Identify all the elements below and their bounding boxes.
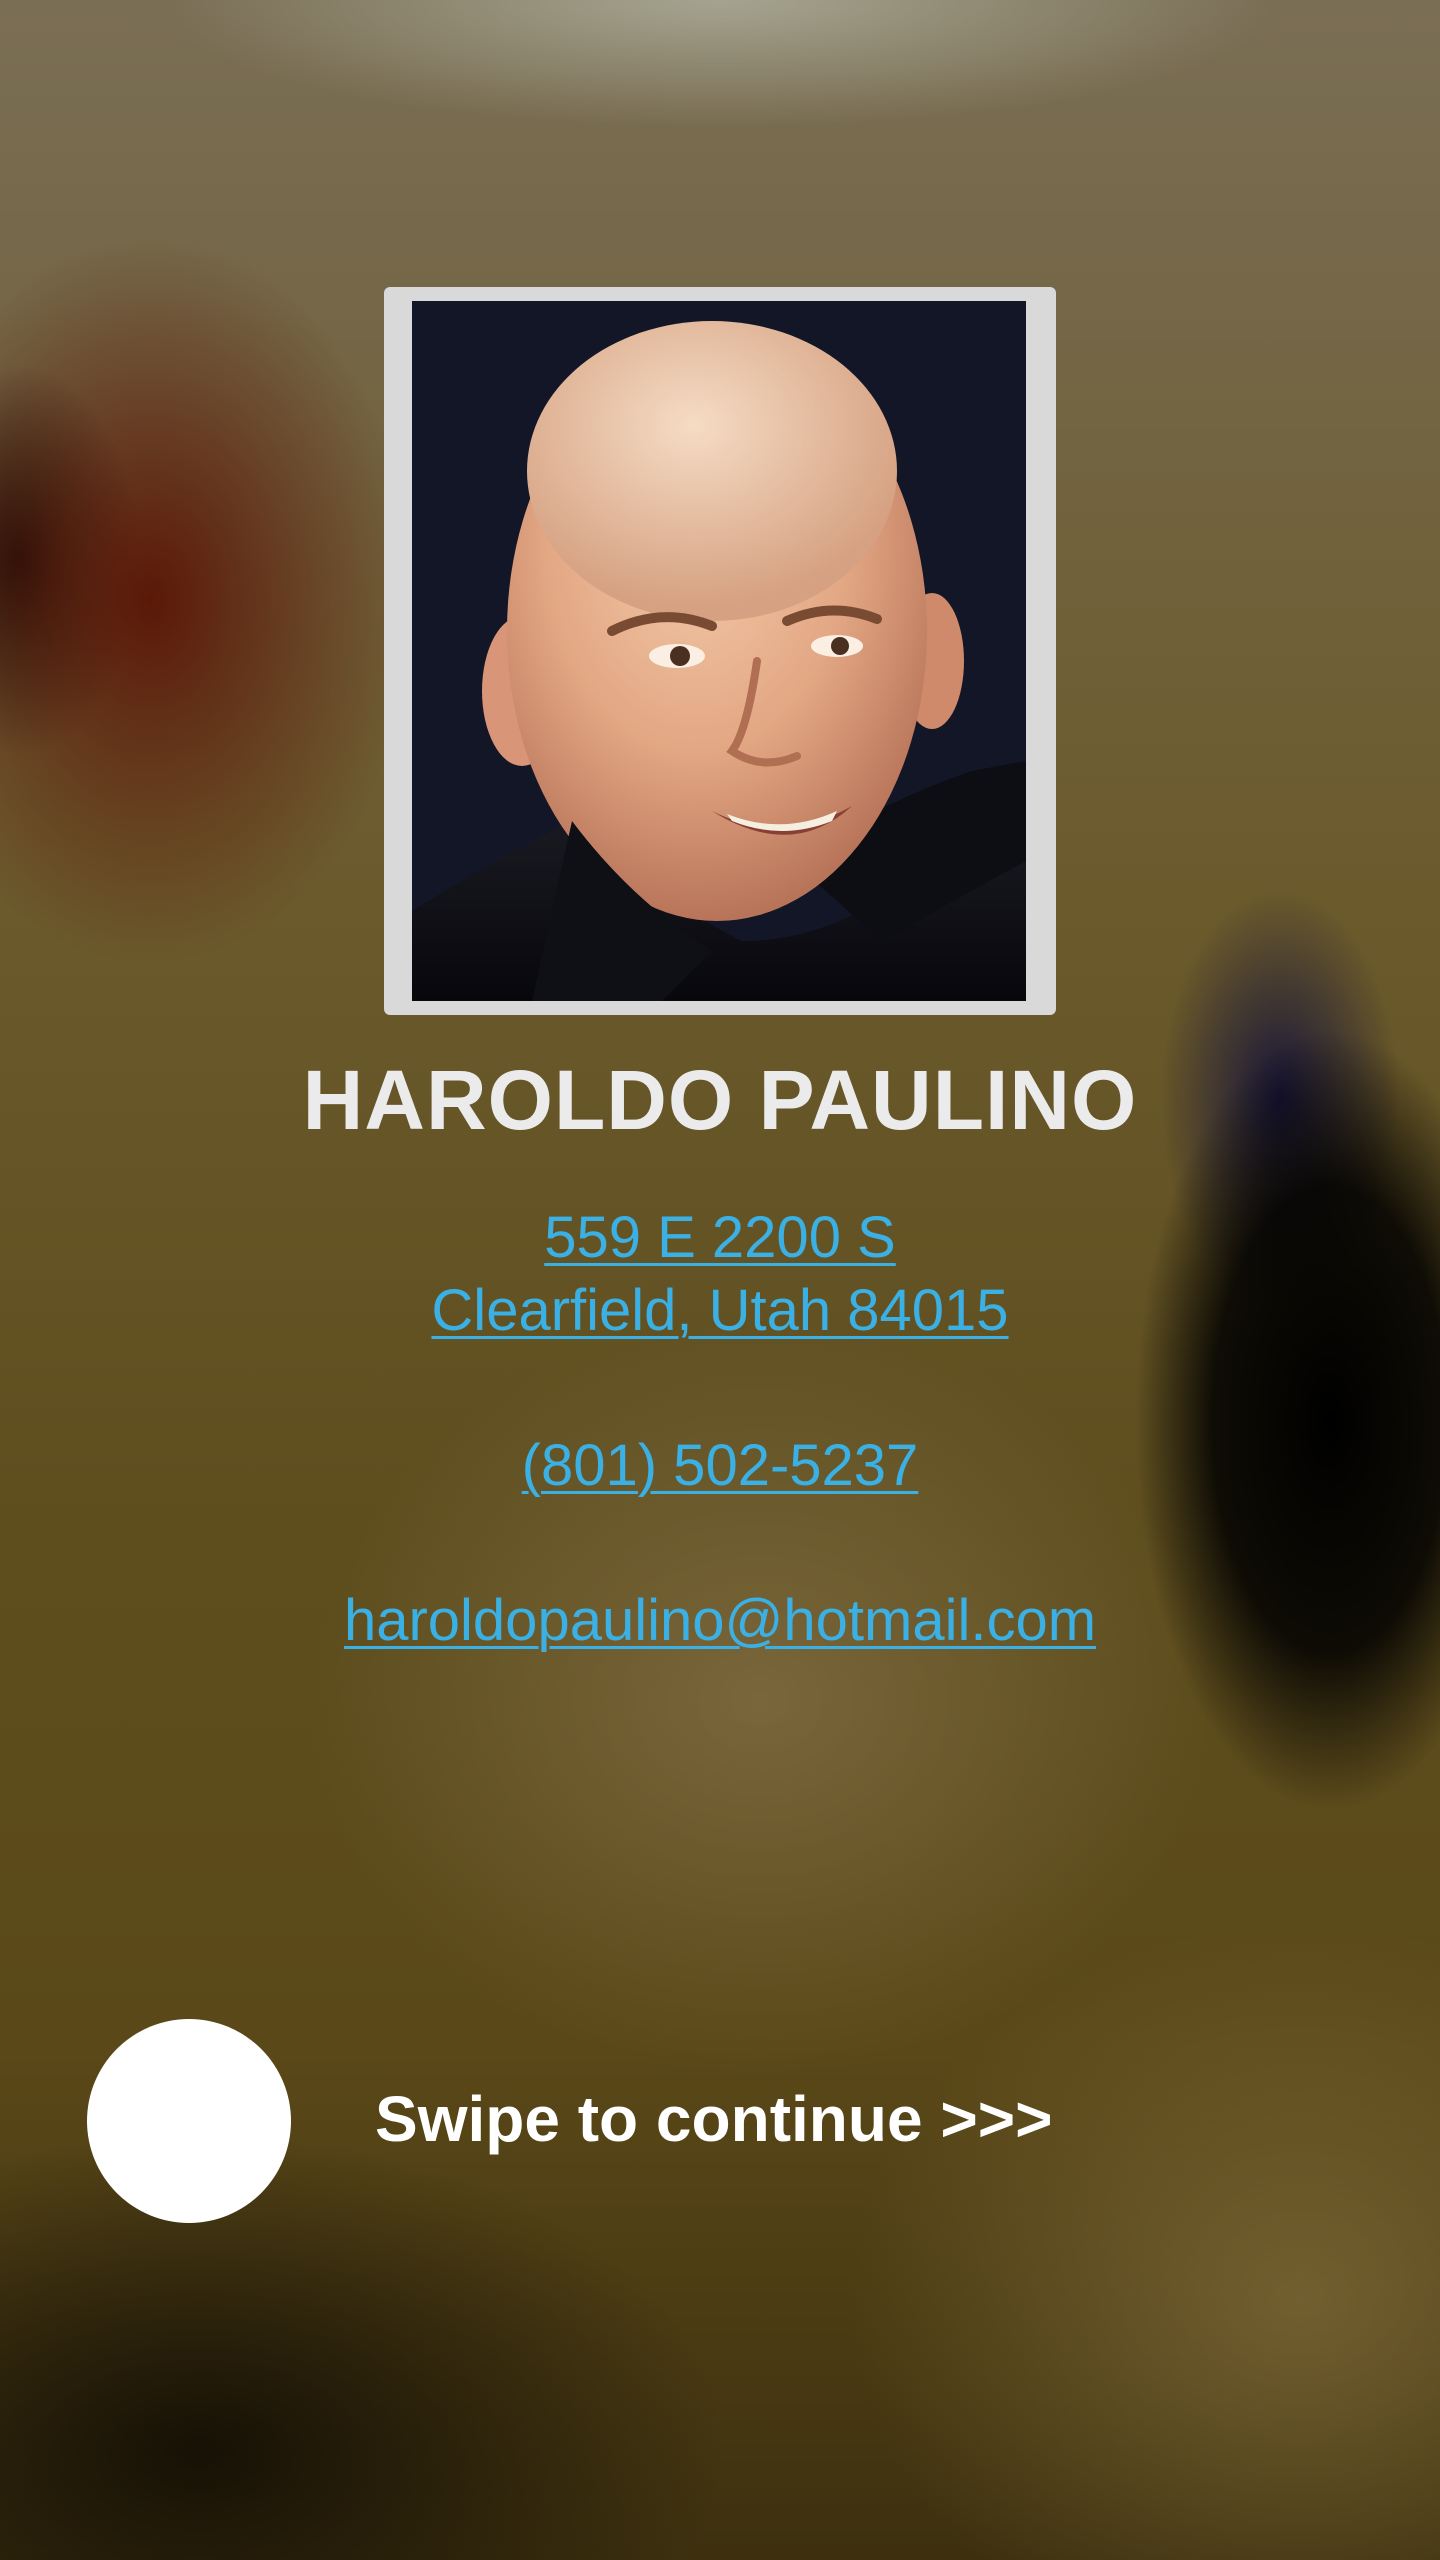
swipe-handle[interactable]	[87, 2019, 291, 2223]
swipe-label: Swipe to continue >>>	[375, 2083, 1053, 2155]
address-line1-link[interactable]: 559 E 2200 S	[0, 1204, 1440, 1271]
phone-link[interactable]: (801) 502-5237	[0, 1432, 1440, 1499]
email-link[interactable]: haroldopaulino@hotmail.com	[0, 1587, 1440, 1654]
address-line2-link[interactable]: Clearfield, Utah 84015	[0, 1277, 1440, 1344]
profile-portrait-image	[412, 301, 1026, 1001]
profile-photo	[412, 301, 1026, 1001]
profile-name: HAROLDO PAULINO	[302, 1053, 1138, 1147]
profile-photo-frame	[384, 287, 1056, 1015]
